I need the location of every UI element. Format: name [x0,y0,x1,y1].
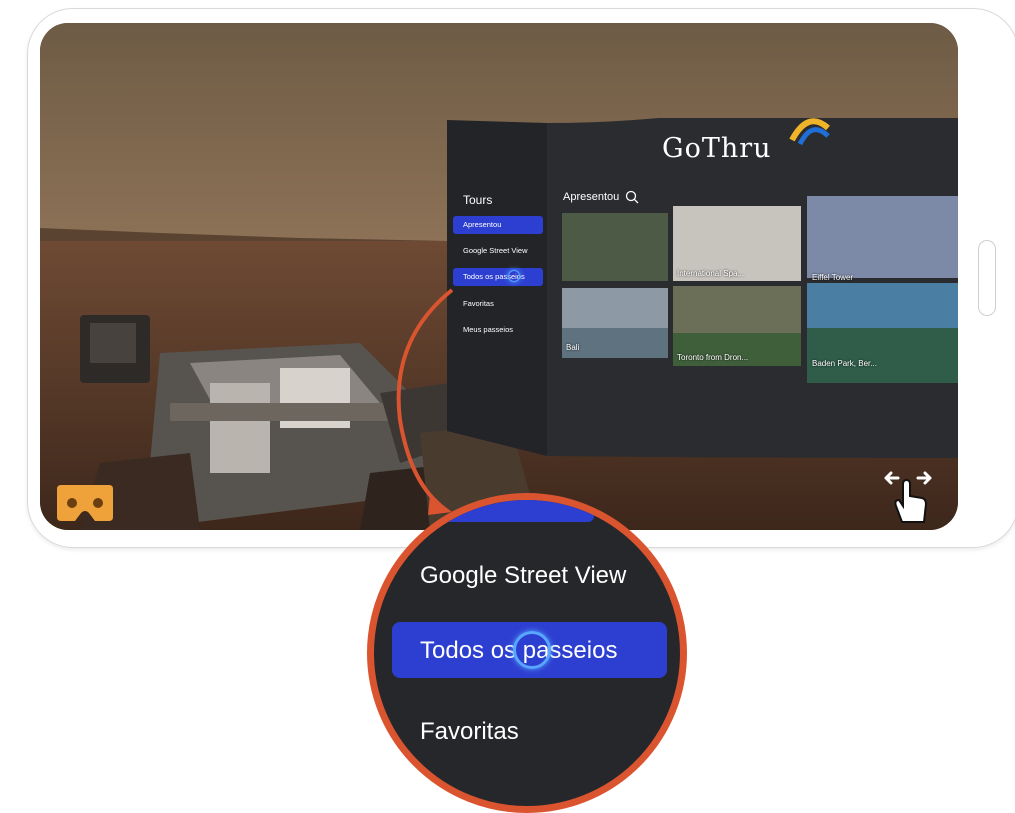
gothru-logo: GoThru [662,133,772,164]
content-heading: Apresentou [563,191,620,203]
content-header: Apresentou [563,190,639,204]
thumbnail-label[interactable]: International Spa... [677,269,744,278]
zoom-magnifier: Google Street View Todos os passeios Fav… [367,493,687,813]
drag-pan-hand-icon[interactable] [878,466,938,526]
sidebar-item-google-street-view[interactable]: Google Street View [453,242,543,260]
vr-viewport[interactable]: GoThru Tours Apresentou Google Street Vi… [40,23,958,530]
thumbnail-label[interactable]: Baden Park, Ber... [812,359,877,368]
zoom-gaze-cursor [513,631,551,669]
thumbnail-label[interactable]: Bali [566,343,579,352]
sidebar-title: Tours [463,193,493,207]
sidebar-item-meus-passeios[interactable]: Meus passeios [453,321,543,339]
zoom-item-google-street-view: Google Street View [420,562,627,589]
sidebar-item-favoritas[interactable]: Favoritas [453,295,543,313]
phone-side-button [978,240,996,316]
vr-menu-panel [447,118,958,458]
thumbnail-label[interactable]: Toronto from Dron... [677,353,748,362]
search-icon[interactable] [625,190,639,204]
sidebar-item-todos-os-passeios[interactable]: Todos os passeios [453,268,543,286]
sidebar-item-apresentou[interactable]: Apresentou [453,216,543,234]
zoom-item-favoritas: Favoritas [420,718,519,745]
thumbnail-label[interactable]: Eiffel Tower [812,273,853,282]
logo-arc-icon [789,118,831,146]
gaze-cursor [508,270,520,282]
thumbnail-grid [562,196,958,383]
cardboard-vr-icon[interactable] [55,483,115,523]
